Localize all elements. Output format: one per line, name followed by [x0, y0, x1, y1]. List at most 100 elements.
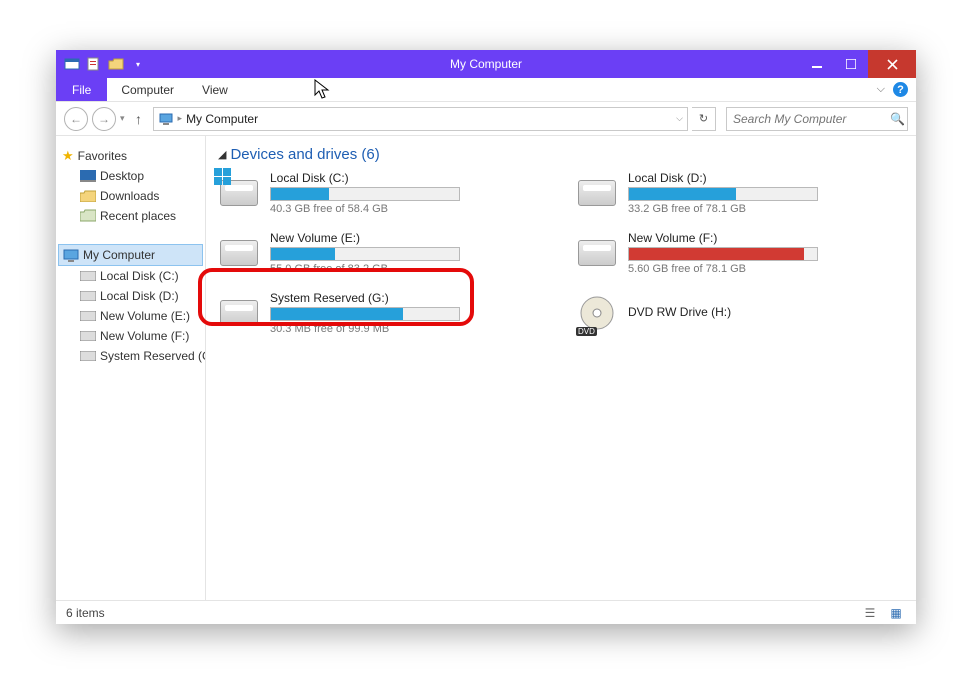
capacity-bar-fill [271, 188, 329, 200]
minimize-button[interactable] [800, 50, 834, 78]
tree-item-recent[interactable]: Recent places [58, 206, 203, 226]
window-controls [800, 50, 916, 78]
desktop-icon [80, 168, 96, 184]
folder-icon [80, 188, 96, 204]
tree-item-downloads[interactable]: Downloads [58, 186, 203, 206]
capacity-bar-fill [271, 248, 335, 260]
drive-name: Local Disk (D:) [628, 171, 904, 185]
drive-free-text: 40.3 GB free of 58.4 GB [270, 203, 546, 215]
capacity-bar-fill [629, 188, 736, 200]
qat-dropdown-icon[interactable]: ▾ [130, 56, 146, 72]
drive-icon [80, 308, 96, 324]
properties-icon[interactable] [86, 56, 102, 72]
explorer-window: ▾ My Computer File Computer View ⌵ ? ← →… [56, 50, 916, 624]
search-box[interactable]: 🔍 [726, 107, 908, 131]
address-bar[interactable]: ▸ My Computer ⌵ [153, 107, 688, 131]
group-header-devices[interactable]: ◢ Devices and drives (6) [218, 146, 904, 163]
file-tab[interactable]: File [56, 78, 107, 101]
tree-item-disk-g[interactable]: System Reserved (G:) [58, 346, 203, 366]
search-input[interactable] [733, 112, 890, 126]
drive-item[interactable]: DVDDVD RW Drive (H:) [576, 291, 904, 335]
refresh-button[interactable]: ↻ [692, 107, 716, 131]
tree-item-my-computer[interactable]: My Computer [58, 244, 203, 266]
drive-name: System Reserved (G:) [270, 291, 546, 305]
ribbon-tab-view[interactable]: View [188, 78, 242, 101]
hard-drive-icon [576, 172, 618, 214]
star-icon: ★ [62, 148, 74, 164]
capacity-bar-fill [271, 308, 403, 320]
ribbon-expand-icon[interactable]: ⌵ [877, 83, 885, 96]
search-icon[interactable]: 🔍 [890, 112, 905, 126]
system-menu-icon[interactable] [64, 56, 80, 72]
ribbon-tab-computer[interactable]: Computer [107, 78, 188, 101]
tree-item-label: System Reserved (G:) [100, 349, 206, 363]
recent-locations-icon[interactable]: ▾ [120, 113, 125, 124]
tree-item-disk-c[interactable]: Local Disk (C:) [58, 266, 203, 286]
back-button[interactable]: ← [64, 107, 88, 131]
title-bar[interactable]: ▾ My Computer [56, 50, 916, 78]
drive-item[interactable]: Local Disk (D:)33.2 GB free of 78.1 GB [576, 171, 904, 215]
breadcrumb-text[interactable]: My Computer [186, 112, 672, 126]
tree-item-label: Local Disk (D:) [100, 289, 179, 303]
status-item-count: 6 items [66, 606, 105, 620]
address-dropdown-icon[interactable]: ⌵ [676, 113, 683, 124]
computer-icon [63, 247, 79, 263]
capacity-bar [628, 247, 818, 261]
favorites-label: Favorites [78, 149, 127, 163]
navigation-pane[interactable]: ★ Favorites Desktop Downloads Recent pla… [56, 136, 206, 600]
drive-item[interactable]: New Volume (E:)55.0 GB free of 83.2 GB [218, 231, 546, 275]
hard-drive-icon [218, 232, 260, 274]
windows-logo-icon [214, 168, 232, 189]
tree-item-desktop[interactable]: Desktop [58, 166, 203, 186]
drive-name: DVD RW Drive (H:) [628, 305, 904, 319]
drive-free-text: 5.60 GB free of 78.1 GB [628, 263, 904, 275]
drive-name: New Volume (F:) [628, 231, 904, 245]
tree-item-label: New Volume (E:) [100, 309, 190, 323]
drive-icon [80, 328, 96, 344]
breadcrumb-chevron-icon[interactable]: ▸ [178, 113, 183, 124]
group-title: Devices and drives (6) [230, 146, 379, 163]
recent-icon [80, 208, 96, 224]
new-folder-icon[interactable] [108, 56, 124, 72]
drive-icon [80, 288, 96, 304]
drive-info: New Volume (F:) 5.60 GB free of 78.1 GB [628, 231, 904, 275]
details-view-button[interactable]: ☰ [860, 606, 880, 620]
tiles-view-button[interactable]: ▦ [886, 606, 906, 620]
tree-item-label: New Volume (F:) [100, 329, 189, 343]
tree-item-disk-e[interactable]: New Volume (E:) [58, 306, 203, 326]
drive-item[interactable]: Local Disk (C:) 40.3 GB free of 58.4 GB [218, 171, 546, 215]
drive-free-text: 30.3 MB free of 99.9 MB [270, 323, 546, 335]
computer-icon [158, 111, 174, 127]
maximize-button[interactable] [834, 50, 868, 78]
drive-info: New Volume (E:)55.0 GB free of 83.2 GB [270, 231, 546, 275]
drive-item[interactable]: New Volume (F:) 5.60 GB free of 78.1 GB [576, 231, 904, 275]
hard-drive-icon [218, 292, 260, 334]
window-title: My Computer [56, 57, 916, 71]
explorer-body: ★ Favorites Desktop Downloads Recent pla… [56, 136, 916, 600]
navigation-bar: ← → ▾ ↑ ▸ My Computer ⌵ ↻ 🔍 [56, 102, 916, 136]
tree-item-label: Desktop [100, 169, 144, 183]
content-pane[interactable]: ◢ Devices and drives (6) Local Disk (C:)… [206, 136, 916, 600]
drive-info: Local Disk (C:) 40.3 GB free of 58.4 GB [270, 171, 546, 215]
capacity-bar-fill [629, 248, 804, 260]
close-button[interactable] [868, 50, 916, 78]
quick-access-toolbar: ▾ [56, 56, 146, 72]
favorites-header[interactable]: ★ Favorites [58, 146, 203, 166]
help-icon[interactable]: ? [893, 82, 908, 97]
drive-info: System Reserved (G:) 30.3 MB free of 99.9… [270, 291, 546, 335]
tree-item-label: Recent places [100, 209, 176, 223]
tree-item-disk-f[interactable]: New Volume (F:) [58, 326, 203, 346]
drive-item[interactable]: System Reserved (G:) 30.3 MB free of 99.9… [218, 291, 546, 335]
tree-item-disk-d[interactable]: Local Disk (D:) [58, 286, 203, 306]
drive-info: Local Disk (D:)33.2 GB free of 78.1 GB [628, 171, 904, 215]
tree-item-label: My Computer [83, 248, 155, 262]
forward-button[interactable]: → [92, 107, 116, 131]
computer-section: My Computer Local Disk (C:) Local Disk (… [58, 244, 203, 366]
collapse-arrow-icon[interactable]: ◢ [218, 148, 226, 161]
tree-item-label: Downloads [100, 189, 159, 203]
up-button[interactable]: ↑ [129, 111, 149, 127]
drive-info: DVD RW Drive (H:) [628, 305, 904, 321]
drive-free-text: 55.0 GB free of 83.2 GB [270, 263, 546, 275]
drive-name: Local Disk (C:) [270, 171, 546, 185]
drive-icon [80, 268, 96, 284]
